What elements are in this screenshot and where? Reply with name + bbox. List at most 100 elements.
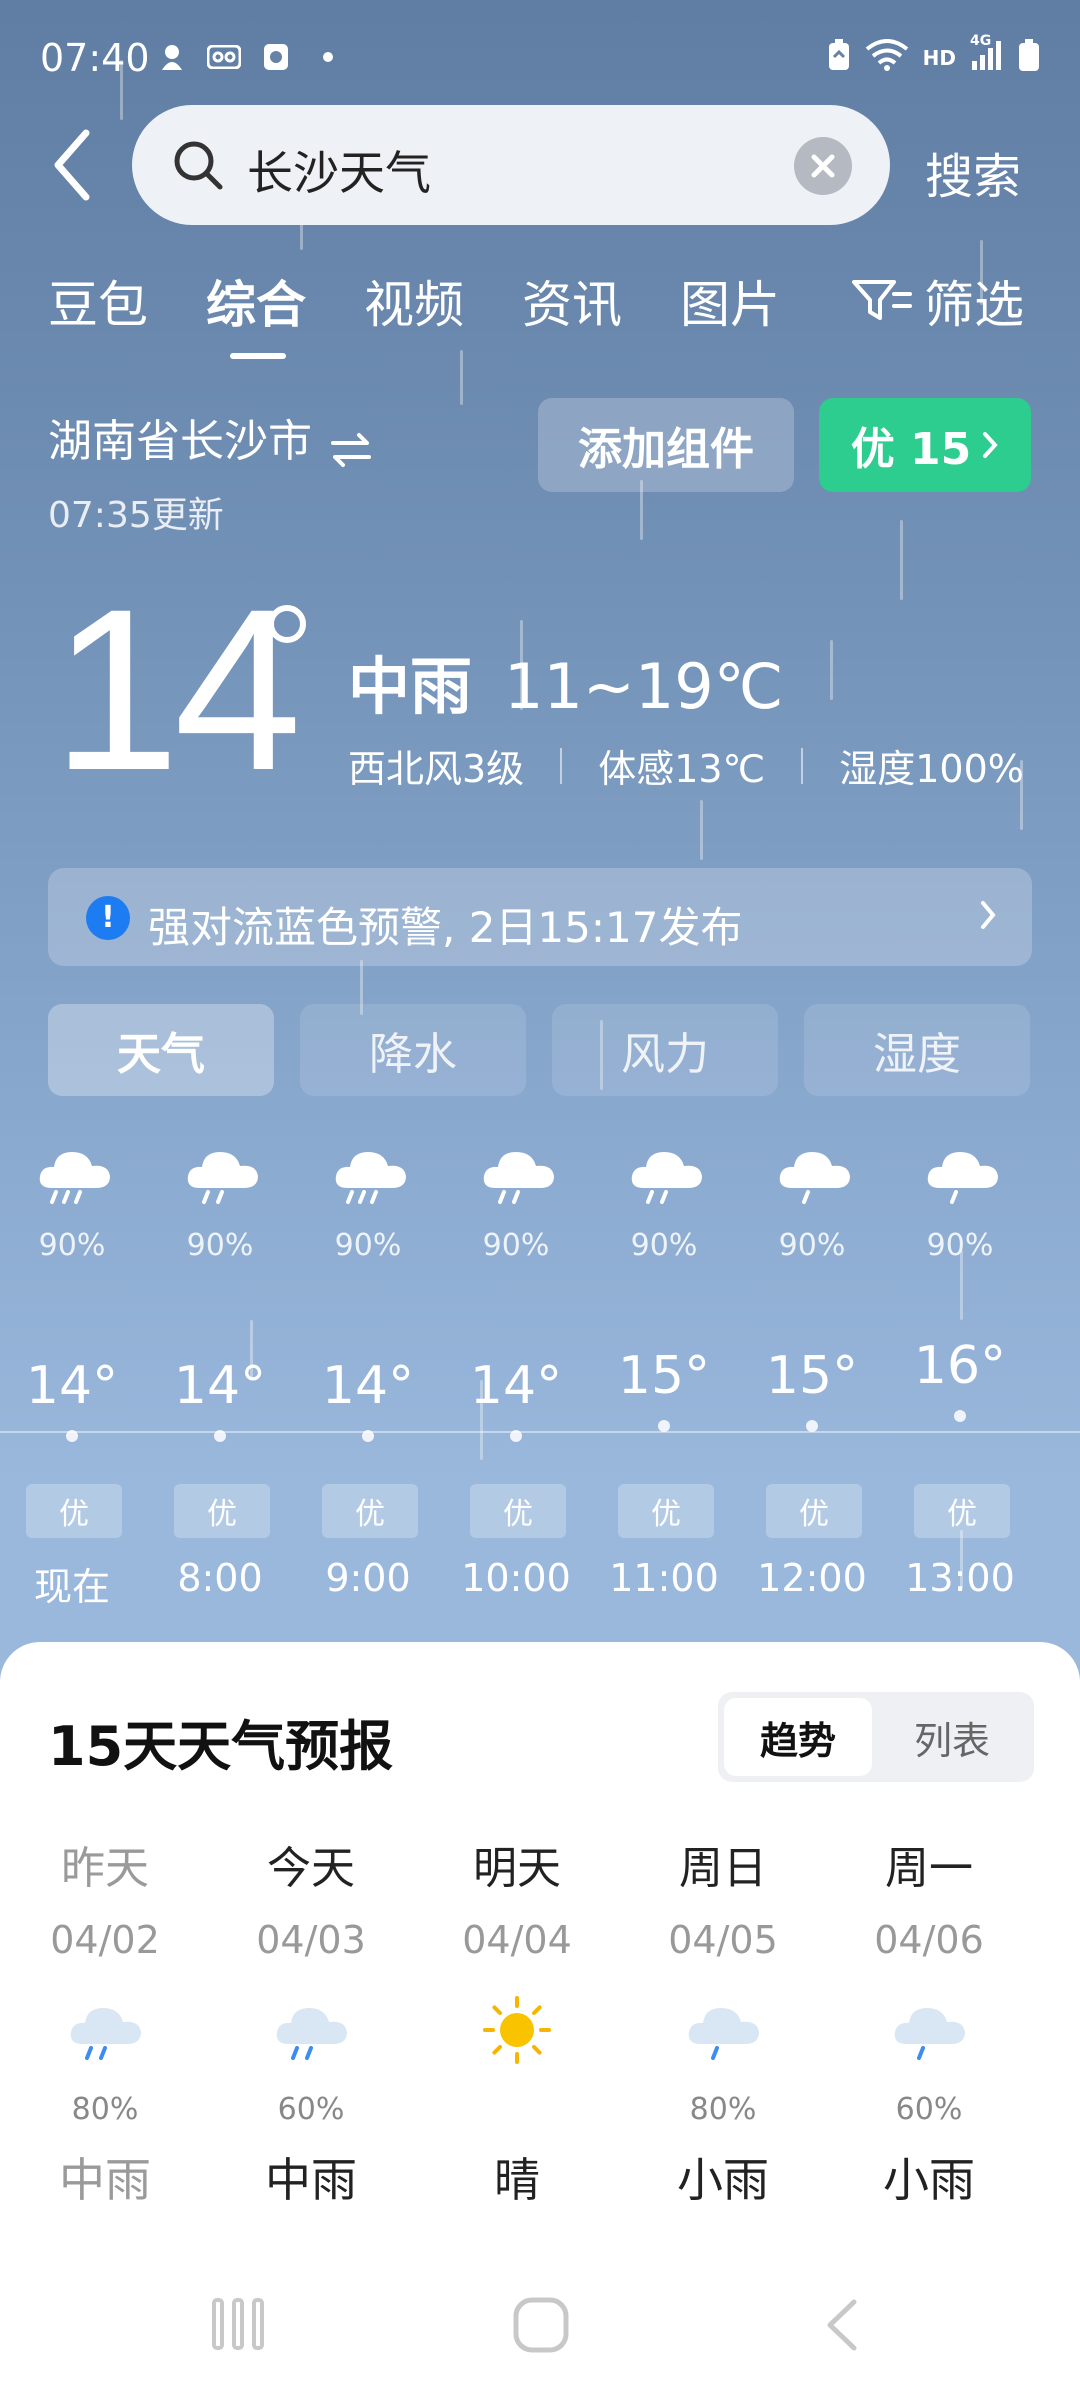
battery-saver-icon (827, 38, 851, 77)
hourly-temp: 15° (617, 1346, 711, 1406)
rain-cloud-icon (271, 1996, 351, 2068)
battery-icon (1018, 38, 1040, 77)
day-date: 04/02 (50, 1918, 160, 1962)
navigation-bar (0, 2240, 1080, 2400)
day-precip-chance: 60% (277, 2092, 345, 2127)
metric-tabs: 天气 降水 风力 湿度 (48, 1004, 1032, 1096)
back-icon (827, 2299, 857, 2351)
status-bar: 07:40 HD 4G (0, 0, 1080, 110)
trend-view-button[interactable]: 趋势 (724, 1698, 872, 1776)
voicemail-icon (207, 40, 241, 74)
clear-search-button[interactable] (794, 137, 852, 195)
tab-comprehensive[interactable]: 综合 (206, 265, 306, 337)
filter-label: 筛选 (924, 276, 1024, 334)
network-type-label: 4G (970, 33, 992, 49)
hd-icon: HD (922, 45, 956, 70)
hourly-precip-chance: 90% (926, 1228, 994, 1263)
hourly-item: 90% 15° 优 12:00 (738, 1130, 886, 1610)
hourly-temp: 16° (913, 1336, 1007, 1396)
current-details: 西北风3级 体感13℃ 湿度100% (348, 738, 1024, 793)
day-name: 周一 (885, 1843, 973, 1894)
temperature-trend-line (0, 1431, 1080, 1433)
tab-doubao[interactable]: 豆包 (48, 265, 148, 337)
day-condition: 小雨 (677, 2153, 769, 2207)
current-condition: 中雨 11~19℃ (348, 636, 815, 726)
category-tabs: 豆包 综合 视频 资讯 图片 筛选 (0, 265, 1080, 365)
location-selector[interactable]: 湖南省长沙市 (48, 405, 373, 474)
forecast-day[interactable]: 周日 04/05 80% 小雨 (620, 1832, 826, 2252)
current-temperature: 14 (52, 561, 302, 818)
day-condition: 中雨 (59, 2153, 151, 2207)
heavy-rain-cloud-icon (330, 1140, 410, 1212)
search-button[interactable]: 搜索 (925, 137, 1021, 207)
light-rain-cloud-icon (626, 1140, 706, 1212)
add-widget-button[interactable]: 添加组件 (538, 398, 794, 492)
day-date: 04/04 (462, 1918, 572, 1962)
chevron-right-icon (983, 432, 998, 458)
dot-icon (311, 40, 345, 74)
forecast-day[interactable]: 昨天 04/02 80% 中雨 (2, 1832, 208, 2252)
weather-alert-banner[interactable]: ! 强对流蓝色预警, 2日15:17发布 (48, 868, 1032, 966)
chevron-right-icon (978, 898, 998, 936)
hourly-aqi-badge: 优 (914, 1484, 1010, 1538)
day-condition: 中雨 (265, 2153, 357, 2207)
day-precip-chance: 80% (689, 2092, 757, 2127)
home-button[interactable] (512, 2296, 570, 2358)
tab-video[interactable]: 视频 (364, 265, 464, 337)
search-query: 长沙天气 (247, 146, 431, 200)
forecast-day[interactable]: 明天 04/04 晴 (414, 1832, 620, 2252)
condition-text: 中雨 (348, 650, 473, 723)
tab-news[interactable]: 资讯 (522, 265, 622, 337)
drizzle-cloud-icon (774, 1140, 854, 1212)
filter-button[interactable]: 筛选 (850, 265, 1024, 337)
hourly-time: 11:00 (609, 1556, 719, 1600)
back-button[interactable] (48, 125, 108, 205)
forecast-day[interactable]: 周一 04/06 60% 小雨 (826, 1832, 1032, 2252)
hourly-item: 90% 14° 优 8:00 (146, 1130, 294, 1610)
light-rain-cloud-icon (683, 1996, 763, 2068)
hourly-forecast[interactable]: 90% 14° 优现在 90% 14° 优 8:00 90% 14° 优 9:00 90% 14° 优 10… (0, 1130, 1080, 1610)
recent-apps-icon (212, 2298, 264, 2350)
filter-icon (852, 280, 912, 320)
hourly-item: 90% 14° 优现在 (0, 1130, 146, 1610)
hourly-aqi-badge: 优 (618, 1484, 714, 1538)
search-input[interactable]: 长沙天气 (132, 105, 890, 225)
status-icons-right: HD 4G (827, 33, 1040, 77)
recent-apps-button[interactable] (210, 2296, 266, 2356)
status-time: 07:40 (40, 36, 150, 80)
drizzle-cloud-icon (922, 1140, 1002, 1212)
hourly-aqi-badge: 优 (322, 1484, 418, 1538)
location-name: 湖南省长沙市 (48, 416, 312, 467)
day-date: 04/03 (256, 1918, 366, 1962)
hourly-aqi-badge: 优 (766, 1484, 862, 1538)
tab-weather[interactable]: 天气 (48, 1004, 274, 1096)
status-icons-left (155, 40, 345, 74)
tab-wind[interactable]: 风力 (552, 1004, 778, 1096)
back-nav-button[interactable] (822, 2296, 862, 2358)
day-condition: 晴 (494, 2153, 540, 2207)
hourly-item: 90% 15° 优 11:00 (590, 1130, 738, 1610)
tab-precipitation[interactable]: 降水 (300, 1004, 526, 1096)
forecast-day[interactable]: 今天 04/03 60% 中雨 (208, 1832, 414, 2252)
hourly-precip-chance: 90% (482, 1228, 550, 1263)
signal-icon: 4G (970, 33, 1004, 76)
hourly-time: 9:00 (325, 1556, 411, 1600)
day-name: 明天 (473, 1843, 561, 1894)
day-date: 04/05 (668, 1918, 778, 1962)
hourly-precip-chance: 90% (778, 1228, 846, 1263)
list-view-button[interactable]: 列表 (878, 1698, 1026, 1776)
day-name: 今天 (267, 1843, 355, 1894)
app-icon (259, 40, 293, 74)
aqi-badge-button[interactable]: 优 15 (819, 398, 1031, 492)
tab-images[interactable]: 图片 (680, 265, 780, 337)
hourly-temp: 14° (469, 1356, 563, 1416)
hourly-item: 90% 14° 优 9:00 (294, 1130, 442, 1610)
hourly-precip-chance: 90% (186, 1228, 254, 1263)
tab-humidity[interactable]: 湿度 (804, 1004, 1030, 1096)
update-time: 07:35更新 (48, 495, 224, 536)
swap-icon (329, 430, 373, 474)
alert-icon: ! (86, 896, 130, 940)
hourly-time: 13:00 (905, 1556, 1015, 1600)
search-row: 长沙天气 搜索 (0, 105, 1080, 225)
rain-cloud-icon (65, 1996, 145, 2068)
